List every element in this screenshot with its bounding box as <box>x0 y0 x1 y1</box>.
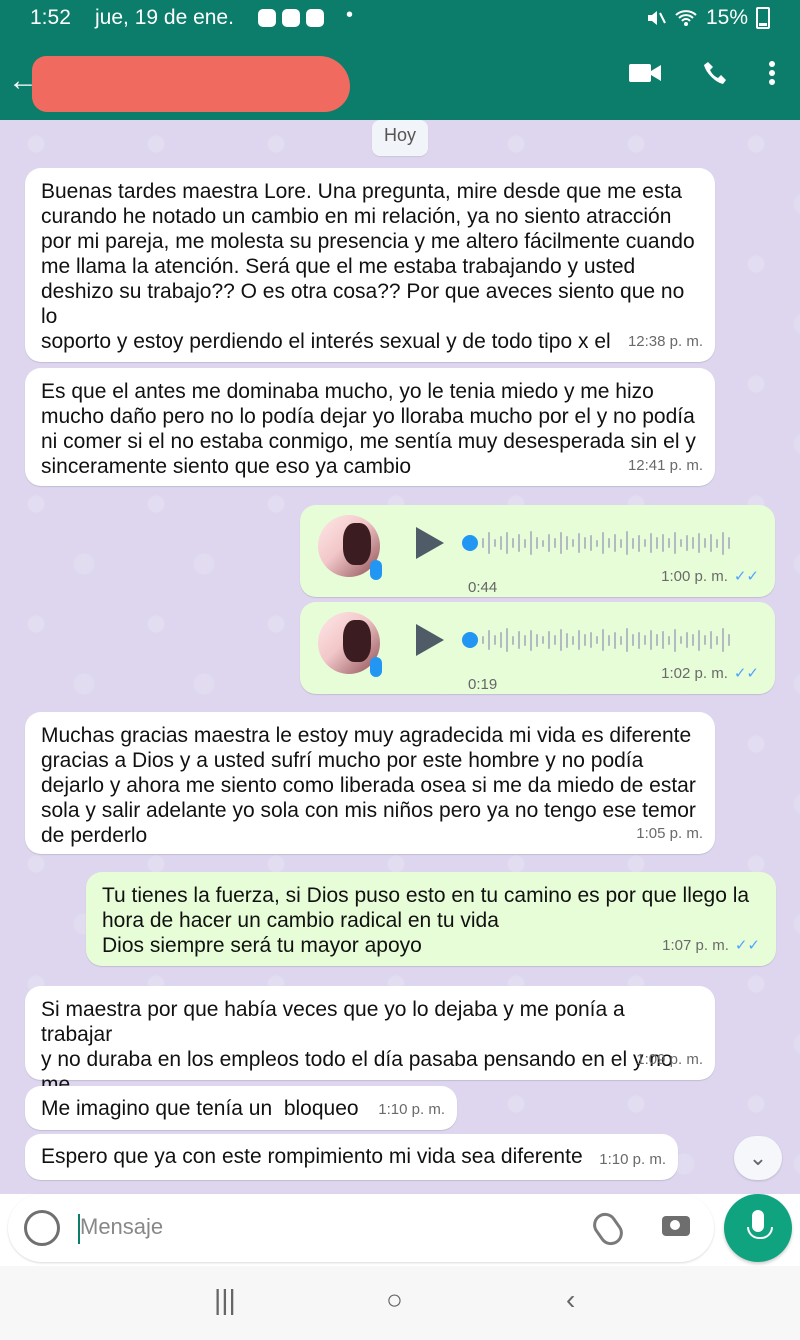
message-status: 1:02 p. m. ✓✓ <box>661 661 759 686</box>
wifi-icon <box>675 10 697 26</box>
message-bubble[interactable]: Es que el antes me dominaba mucho, yo le… <box>25 368 715 486</box>
chat-header: ← <box>0 36 800 120</box>
voice-message[interactable]: 0:19 1:02 p. m. ✓✓ <box>300 602 775 694</box>
back-nav-icon[interactable]: ‹ <box>566 1284 575 1316</box>
more-vert-icon[interactable] <box>768 60 776 86</box>
mute-icon <box>647 11 666 25</box>
seek-knob[interactable] <box>462 632 478 648</box>
status-time: 1:52 <box>30 6 71 29</box>
voice-message[interactable]: 0:44 1:00 p. m. ✓✓ <box>300 505 775 597</box>
attach-icon[interactable] <box>588 1208 628 1250</box>
redacted-contact-name <box>32 56 350 112</box>
play-icon[interactable] <box>416 624 444 656</box>
message-status: 1:07 p. m. ✓✓ <box>662 933 760 958</box>
mic-icon <box>370 560 382 580</box>
message-bubble[interactable]: Buenas tardes maestra Lore. Una pregunta… <box>25 168 715 362</box>
voice-duration: 0:19 <box>468 676 498 693</box>
messenger-notification-icon <box>306 9 324 27</box>
message-text: Muchas gracias maestra le estoy muy agra… <box>41 724 696 847</box>
message-time: 1:09 p. m. <box>636 1051 703 1068</box>
play-icon[interactable] <box>416 527 444 559</box>
day-divider: Hoy <box>372 120 428 156</box>
waveform <box>482 529 752 557</box>
message-bubble[interactable]: Si maestra por que había veces que yo lo… <box>25 986 715 1121</box>
message-time: 1:10 p. m. <box>378 1101 445 1118</box>
message-time: 1:05 p. m. <box>636 825 703 842</box>
message-time: 1:10 p. m. <box>599 1151 666 1168</box>
waveform <box>482 626 752 654</box>
scroll-down-button[interactable]: ⌄ <box>734 1136 782 1180</box>
message-text: Espero que ya con este rompimiento mi vi… <box>41 1145 583 1168</box>
message-text: Buenas tardes maestra Lore. Una pregunta… <box>41 180 695 353</box>
recent-apps-icon[interactable]: ||| <box>214 1284 236 1316</box>
phone-icon[interactable] <box>702 60 728 86</box>
video-call-icon[interactable] <box>628 61 662 85</box>
home-icon[interactable]: ○ <box>386 1284 403 1316</box>
message-time: 12:41 p. m. <box>627 457 703 474</box>
message-bubble[interactable]: Espero que ya con este rompimiento mi vi… <box>25 1134 678 1180</box>
status-bar: 1:52 jue, 19 de ene. • 15% <box>0 0 800 36</box>
system-navbar: ||| ○ ‹ <box>0 1266 800 1340</box>
message-time: 1:02 p. m. <box>661 665 728 682</box>
double-tick-icon: ✓✓ <box>733 665 759 682</box>
message-composer[interactable]: Mensaje <box>8 1194 714 1262</box>
mic-icon <box>370 657 382 677</box>
emoji-icon[interactable] <box>24 1210 60 1246</box>
header-actions <box>628 60 776 86</box>
double-tick-icon: ✓✓ <box>733 568 759 585</box>
message-status: 1:00 p. m. ✓✓ <box>661 564 759 589</box>
chat-area[interactable]: Hoy Buenas tardes maestra Lore. Una preg… <box>0 120 800 1194</box>
status-date: jue, 19 de ene. <box>95 6 234 29</box>
message-bubble[interactable]: Tu tienes la fuerza, si Dios puso esto e… <box>86 872 776 966</box>
double-chevron-down-icon: ⌄ <box>748 1145 768 1170</box>
message-bubble[interactable]: Me imagino que tenía un bloqueo 1:10 p. … <box>25 1086 457 1130</box>
double-tick-icon: ✓✓ <box>734 937 760 954</box>
camera-icon[interactable] <box>662 1216 690 1236</box>
voice-duration: 0:44 <box>468 579 498 596</box>
message-input-placeholder[interactable]: Mensaje <box>80 1214 163 1240</box>
mic-button[interactable] <box>724 1194 792 1262</box>
message-bubble[interactable]: Muchas gracias maestra le estoy muy agra… <box>25 712 715 854</box>
notification-dot: • <box>346 4 354 26</box>
seek-knob[interactable] <box>462 535 478 551</box>
notification-icons <box>258 9 324 27</box>
message-text: Es que el antes me dominaba mucho, yo le… <box>41 380 696 478</box>
status-right: 15% <box>644 6 770 30</box>
message-time: 1:00 p. m. <box>661 568 728 585</box>
gallery-notification-icon <box>282 9 300 27</box>
message-time: 1:07 p. m. <box>662 937 729 954</box>
messenger-notification-icon <box>258 9 276 27</box>
message-time: 12:38 p. m. <box>627 333 703 350</box>
battery-icon <box>756 7 770 29</box>
battery-text: 15% <box>705 6 748 29</box>
